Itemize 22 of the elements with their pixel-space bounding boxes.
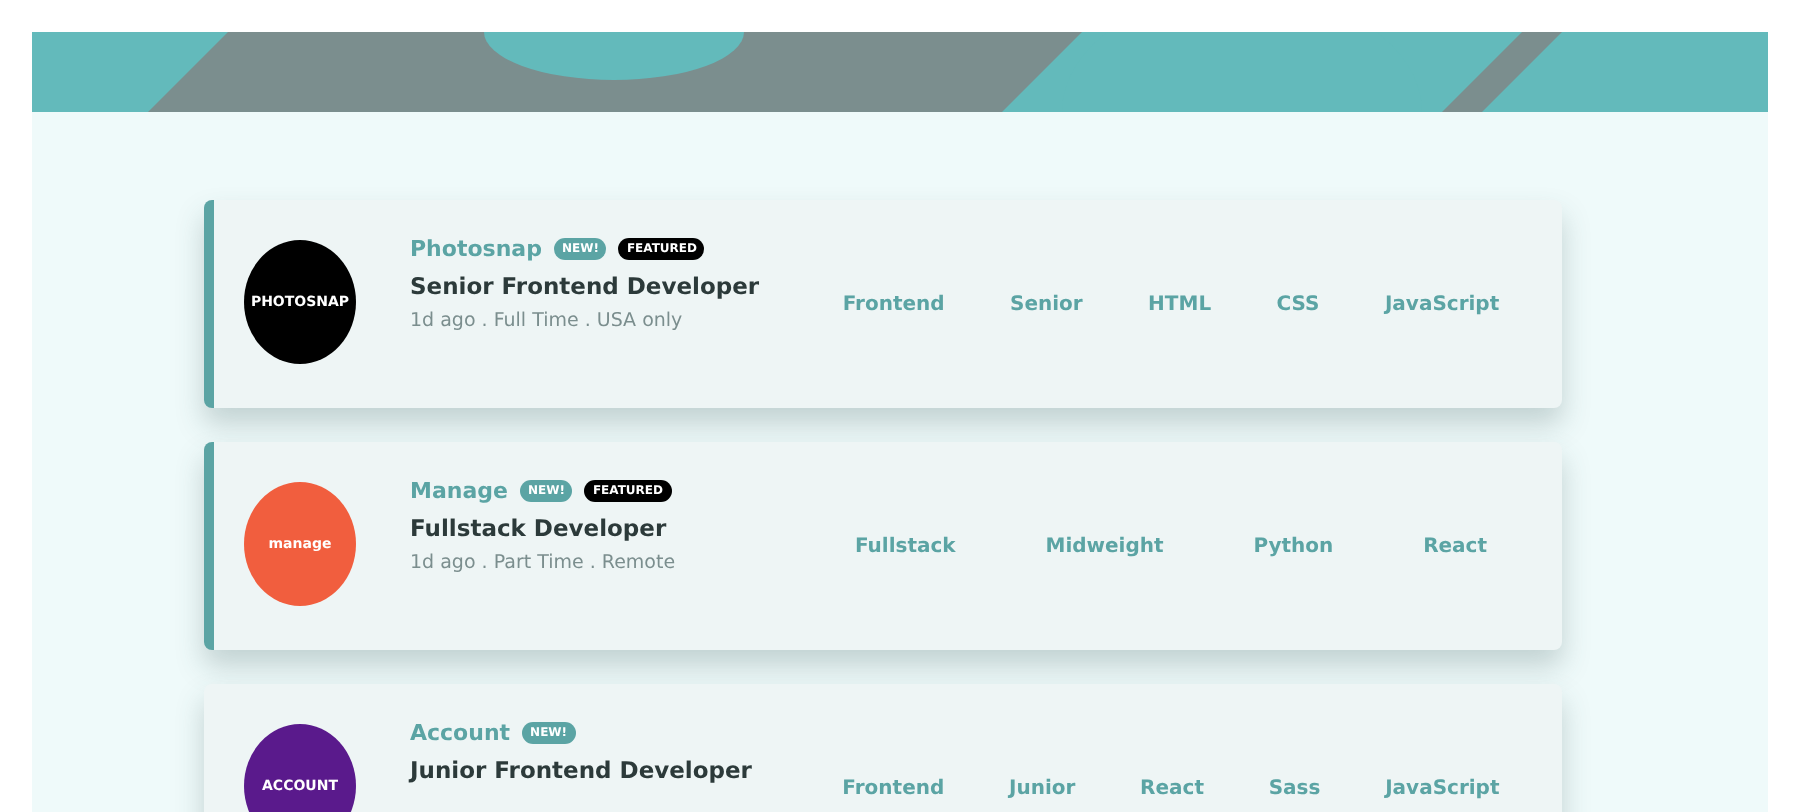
tag-filter[interactable]: Frontend: [834, 774, 953, 804]
tag-filter[interactable]: React: [1415, 532, 1496, 562]
job-title[interactable]: Fullstack Developer: [410, 514, 810, 542]
job-meta: 1d ago . Full Time . USA only: [410, 310, 685, 332]
tag-filter[interactable]: JavaScript: [1376, 290, 1508, 320]
tag-filter[interactable]: Senior: [1002, 290, 1091, 320]
tag-filter[interactable]: JavaScript: [1377, 774, 1508, 804]
job-title[interactable]: Junior Frontend Developer: [410, 756, 810, 784]
tag-filter[interactable]: Junior: [1000, 774, 1084, 804]
tag-filter[interactable]: Frontend: [834, 290, 953, 320]
tag-filter[interactable]: Midweight: [1037, 532, 1172, 562]
company-name: Manage: [410, 478, 508, 504]
company-name: Photosnap: [410, 236, 542, 262]
tag-filter[interactable]: CSS: [1268, 290, 1328, 320]
job-meta: 1d ago . Part Time . Remote: [410, 552, 678, 574]
company-name: Account: [410, 720, 511, 746]
tag-filter[interactable]: React: [1132, 774, 1212, 804]
tag-filter[interactable]: Python: [1245, 532, 1342, 562]
job-title[interactable]: Senior Frontend Developer: [410, 272, 810, 300]
tag-filter[interactable]: Sass: [1260, 774, 1329, 804]
tag-filter[interactable]: Fullstack: [846, 532, 964, 562]
tag-filter[interactable]: HTML: [1140, 290, 1220, 320]
